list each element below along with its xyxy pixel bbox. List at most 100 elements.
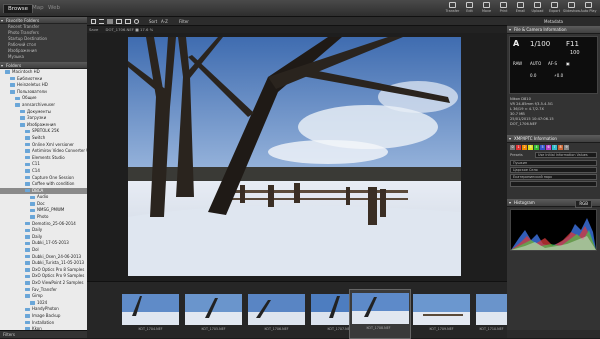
- color-label[interactable]: 4: [534, 145, 539, 150]
- filmstrip-thumb[interactable]: KOT_1704.NEF: [122, 294, 179, 332]
- folder-item[interactable]: Photo: [0, 214, 87, 221]
- folder-item[interactable]: SPBTOLK 25K: [0, 128, 87, 135]
- camera-info-header[interactable]: File & Camera Information: [507, 26, 600, 34]
- move-button[interactable]: Move: [478, 2, 495, 16]
- metadata-field[interactable]: [510, 181, 597, 187]
- xmp-header[interactable]: XMP/IPTC Information: [507, 135, 600, 143]
- folder-item[interactable]: annsarchiveuser: [0, 102, 87, 109]
- folder-item[interactable]: Пользователи: [0, 89, 87, 96]
- upload-button[interactable]: Upload: [529, 2, 546, 16]
- folder-item[interactable]: Dol: [0, 247, 87, 254]
- folder-item[interactable]: Dubki_17-05-2013: [0, 240, 87, 247]
- folder-item[interactable]: Antimirov Video Converter Ultimate: [0, 148, 87, 155]
- thumbnail-filename: KOT_1710.NEF: [479, 327, 504, 331]
- thumbnail-filename: KOT_1704.NEF: [138, 327, 163, 331]
- color-label[interactable]: 3: [528, 145, 533, 150]
- folder-item[interactable]: Fav_Transfer: [0, 287, 87, 294]
- filmstrip-thumb[interactable]: KOT_1705.NEF: [185, 294, 242, 332]
- folder-item[interactable]: Загрузки: [0, 115, 87, 122]
- color-label[interactable]: 8: [558, 145, 563, 150]
- folder-item[interactable]: Capture One Session: [0, 175, 87, 182]
- folder-item[interactable]: 1024: [0, 300, 87, 307]
- filters-bar[interactable]: Filters: [0, 330, 87, 338]
- preset-dropdown[interactable]: Use Initial Information Values: [535, 152, 597, 158]
- sort-dropdown[interactable]: A-Z: [161, 17, 168, 26]
- folder-item[interactable]: C11: [0, 161, 87, 168]
- folder-item[interactable]: Dubki_Osen_24-06-2013: [0, 254, 87, 261]
- color-label[interactable]: 6: [546, 145, 551, 150]
- folder-icon: [25, 162, 30, 167]
- folder-item[interactable]: Online Xml versioner: [0, 142, 87, 149]
- slideshow-button[interactable]: Slideshow: [563, 2, 580, 16]
- filmstrip-thumb[interactable]: KOT_1706.NEF: [248, 294, 305, 332]
- histogram-header[interactable]: Histogram RGB: [507, 199, 600, 208]
- compare-view-icon[interactable]: [125, 19, 131, 24]
- full-view-icon[interactable]: [116, 19, 122, 24]
- folder-item[interactable]: Библиотеки: [0, 76, 87, 83]
- favorite-item[interactable]: Музыка: [0, 54, 87, 60]
- color-label[interactable]: 0: [510, 145, 515, 150]
- folder-item[interactable]: Daily: [0, 227, 87, 234]
- folder-icon: [25, 155, 30, 160]
- folder-item[interactable]: Изображения: [0, 122, 87, 129]
- list-view-icon[interactable]: [99, 19, 104, 24]
- map-view-icon[interactable]: [134, 19, 139, 24]
- filter-button[interactable]: Filter: [179, 17, 189, 26]
- folder-item[interactable]: DxO ViewPoint 2 Samples: [0, 280, 87, 287]
- folder-item[interactable]: Gimp: [0, 293, 87, 300]
- label-row: 0123456789: [510, 145, 570, 151]
- transfer-button[interactable]: Transfer: [444, 2, 461, 16]
- folder-item[interactable]: Daily: [0, 234, 87, 241]
- folder-item[interactable]: Switch: [0, 135, 87, 142]
- folder-item[interactable]: HandyPhoton: [0, 306, 87, 313]
- filmstrip-thumb-selected[interactable]: KOT_1708.NEF: [349, 289, 411, 339]
- folder-item[interactable]: DxO Optics Pro 9 Samples: [0, 273, 87, 280]
- folder-item[interactable]: Dubki_Turista_11-05-2013: [0, 260, 87, 267]
- folder-item[interactable]: Общие: [0, 95, 87, 102]
- folder-item[interactable]: Heinzeletus HD: [0, 82, 87, 89]
- metadata-field[interactable]: Екатерининский парк: [510, 174, 597, 180]
- folder-label: Gimp: [32, 293, 43, 299]
- folder-icon: [25, 281, 30, 285]
- image-quality: RAW: [513, 61, 523, 66]
- folder-item[interactable]: Macintosh HD: [0, 69, 87, 76]
- folder-item[interactable]: Doc: [0, 201, 87, 208]
- folder-item[interactable]: Audio: [0, 194, 87, 201]
- folder-item[interactable]: Elements Studio: [0, 155, 87, 162]
- auto-play-button[interactable]: Auto Play: [580, 2, 597, 16]
- folder-item[interactable]: NMSG_PMWM: [0, 207, 87, 214]
- folder-label: Antimirov Video Converter Ultimate: [32, 148, 87, 154]
- filmstrip-thumb[interactable]: KOT_1709.NEF: [413, 294, 470, 332]
- filmstrip-thumb[interactable]: KOT_1710.NEF: [476, 294, 507, 332]
- email-button[interactable]: Email: [512, 2, 529, 16]
- folder-item[interactable]: Image Backup: [0, 313, 87, 320]
- auto-play-icon: [585, 2, 592, 8]
- main-photo[interactable]: [128, 37, 461, 276]
- export-button[interactable]: Export: [546, 2, 563, 16]
- folder-tree[interactable]: Macintosh HD Библиотеки Heinzeletus HD Поль…: [0, 69, 87, 331]
- histogram-mode-dropdown[interactable]: RGB: [575, 200, 592, 208]
- folder-item[interactable]: Installation: [0, 320, 87, 327]
- grid-view-icon[interactable]: [91, 19, 96, 24]
- edit-button[interactable]: Edit: [461, 2, 478, 16]
- folder-item[interactable]: Coffee with condition: [0, 181, 87, 188]
- folder-item[interactable]: C14: [0, 168, 87, 175]
- metadata-field[interactable]: Царское Село: [510, 167, 597, 173]
- folder-item[interactable]: DxO Optics Pro 8 Samples: [0, 267, 87, 274]
- color-label[interactable]: 7: [552, 145, 557, 150]
- slideshow-icon: [568, 2, 575, 8]
- metadata-field[interactable]: Пушкин: [510, 160, 597, 166]
- folder-item[interactable]: Документы: [0, 109, 87, 116]
- filmstrip-view-icon[interactable]: [107, 19, 113, 24]
- color-label[interactable]: 2: [522, 145, 527, 150]
- color-label[interactable]: 1: [516, 145, 521, 150]
- tab-web[interactable]: Web: [44, 4, 64, 13]
- folder-item[interactable]: DBCA: [0, 187, 87, 195]
- folder-item[interactable]: Demotiro_25-06-2014: [0, 221, 87, 228]
- folders-header[interactable]: Folders: [0, 62, 87, 69]
- favorites-header[interactable]: Favorite Folders: [0, 17, 87, 24]
- metadata-label[interactable]: Metadata: [507, 17, 600, 26]
- color-label[interactable]: 5: [540, 145, 545, 150]
- color-label[interactable]: 9: [564, 145, 569, 150]
- print-button[interactable]: Print: [495, 2, 512, 16]
